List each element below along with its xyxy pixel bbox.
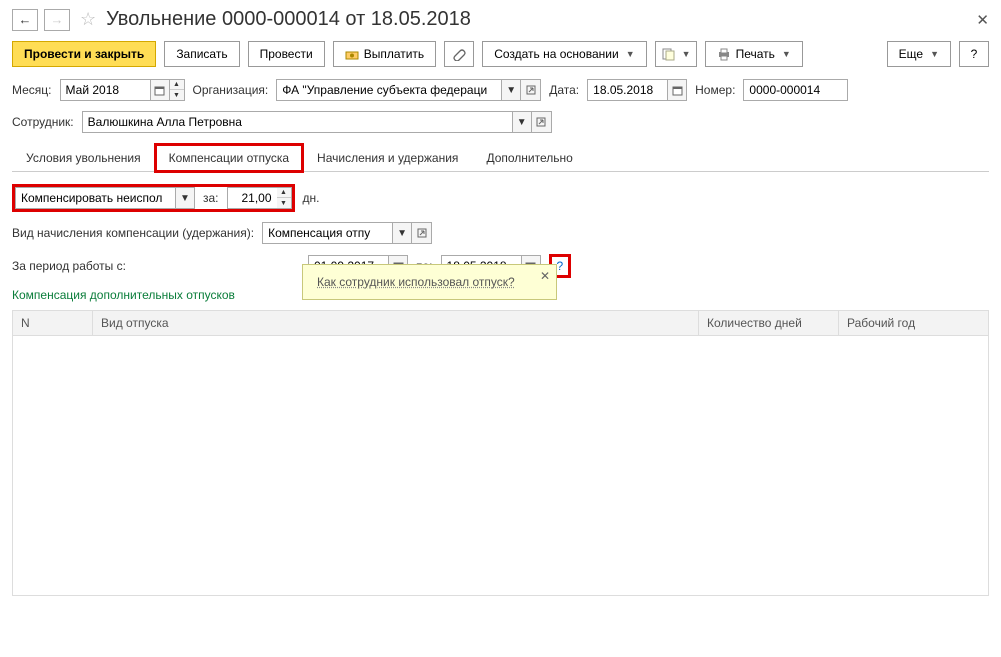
calendar-icon[interactable]: [667, 79, 687, 101]
days-unit: дн.: [303, 191, 320, 205]
page-title: Увольнение 0000-000014 от 18.05.2018: [106, 8, 471, 31]
printer-icon: [717, 47, 731, 61]
dropdown-button[interactable]: ▼: [512, 111, 532, 133]
forward-button[interactable]: →: [44, 9, 70, 31]
tab-additional[interactable]: Дополнительно: [472, 144, 586, 172]
col-n: N: [13, 311, 93, 336]
for-label: за:: [195, 187, 227, 209]
accrual-type-label: Вид начисления компенсации (удержания):: [12, 226, 254, 240]
compensate-select[interactable]: [15, 187, 175, 209]
accrual-type-group: ▼: [262, 222, 432, 244]
dropdown-button[interactable]: ▼: [175, 187, 195, 209]
post-and-close-button[interactable]: Провести и закрыть: [12, 41, 156, 67]
dropdown-button[interactable]: ▼: [501, 79, 521, 101]
tab-accruals[interactable]: Начисления и удержания: [303, 144, 472, 172]
close-icon[interactable]: ✕: [540, 269, 550, 283]
employee-label: Сотрудник:: [12, 115, 74, 129]
days-group: ▲ ▼: [227, 187, 292, 209]
toolbar: Провести и закрыть Записать Провести Вып…: [12, 41, 989, 67]
col-days: Количество дней: [699, 311, 839, 336]
calendar-icon[interactable]: [150, 79, 170, 101]
spin-down[interactable]: ▼: [277, 198, 291, 208]
employee-input-group: ▼: [82, 111, 552, 133]
chevron-down-icon: ▼: [626, 49, 635, 59]
days-input[interactable]: [227, 187, 277, 209]
period-label: За период работы с:: [12, 259, 300, 273]
month-spinner: ▲ ▼: [170, 79, 185, 101]
clipboard-icon: [661, 47, 675, 61]
create-based-button[interactable]: Создать на основании ▼: [482, 41, 646, 67]
tabs: Условия увольнения Компенсации отпуска Н…: [12, 143, 989, 172]
open-button[interactable]: [532, 111, 552, 133]
number-label: Номер:: [695, 83, 735, 97]
star-icon[interactable]: ☆: [80, 9, 96, 30]
copy-paste-button[interactable]: ▼: [655, 41, 697, 67]
org-input[interactable]: [276, 79, 501, 101]
post-button[interactable]: Провести: [248, 41, 325, 67]
pay-button[interactable]: Выплатить: [333, 41, 437, 67]
accrual-type-input[interactable]: [262, 222, 392, 244]
col-year: Рабочий год: [839, 311, 989, 336]
tab-conditions[interactable]: Условия увольнения: [12, 144, 155, 172]
date-input-group: [587, 79, 687, 101]
window-header: ← → ☆ Увольнение 0000-000014 от 18.05.20…: [12, 8, 989, 31]
chevron-down-icon: ▼: [782, 49, 791, 59]
vacation-table: N Вид отпуска Количество дней Рабочий го…: [12, 310, 989, 596]
chevron-down-icon: ▼: [930, 49, 939, 59]
vacation-usage-tooltip: ✕ Как сотрудник использовал отпуск?: [302, 264, 557, 300]
month-input[interactable]: [60, 79, 150, 101]
spin-down[interactable]: ▼: [170, 90, 184, 100]
number-input[interactable]: [743, 79, 848, 101]
money-icon: [345, 47, 359, 61]
org-input-group: ▼: [276, 79, 541, 101]
back-button[interactable]: ←: [12, 9, 38, 31]
tab-compensation[interactable]: Компенсации отпуска: [155, 144, 303, 172]
tooltip-link[interactable]: Как сотрудник использовал отпуск?: [317, 275, 515, 289]
col-type: Вид отпуска: [93, 311, 699, 336]
open-button[interactable]: [412, 222, 432, 244]
paperclip-icon: [452, 47, 466, 61]
spin-up[interactable]: ▲: [170, 80, 184, 90]
days-spinner: ▲ ▼: [277, 187, 292, 209]
print-button[interactable]: Печать ▼: [705, 41, 803, 67]
date-input[interactable]: [587, 79, 667, 101]
date-label: Дата:: [549, 83, 579, 97]
org-label: Организация:: [193, 83, 269, 97]
close-icon[interactable]: ✕: [976, 11, 989, 29]
spin-up[interactable]: ▲: [277, 188, 291, 198]
more-button[interactable]: Еще ▼: [887, 41, 951, 67]
attach-button[interactable]: [444, 41, 474, 67]
month-input-group: ▲ ▼: [60, 79, 185, 101]
month-label: Месяц:: [12, 83, 52, 97]
employee-input[interactable]: [82, 111, 512, 133]
dropdown-button[interactable]: ▼: [392, 222, 412, 244]
compensate-group: ▼: [15, 187, 195, 209]
save-button[interactable]: Записать: [164, 41, 239, 67]
open-button[interactable]: [521, 79, 541, 101]
chevron-down-icon: ▼: [682, 49, 691, 59]
help-button[interactable]: ?: [959, 41, 989, 67]
